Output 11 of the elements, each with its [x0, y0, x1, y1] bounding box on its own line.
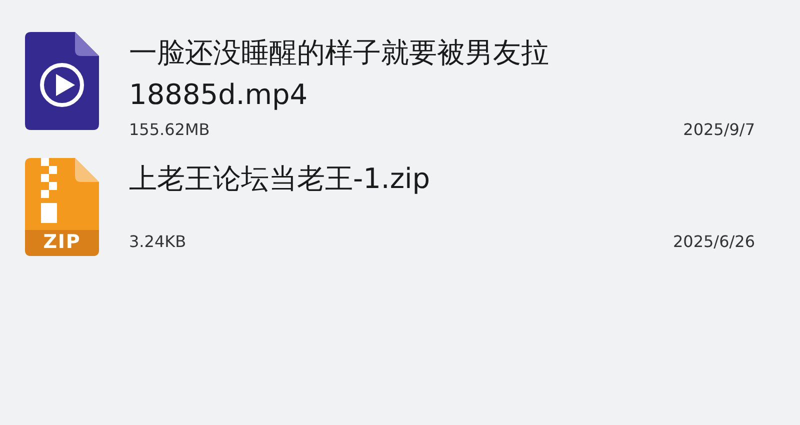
file-date: 2025/6/26: [672, 232, 755, 252]
file-name: 一脸还没睡醒的样子就要被男友拉: [129, 35, 550, 71]
file-row[interactable]: 一脸还没睡醒的样子就要被男友拉 18885d.mp4 155.62MB 2025/9/7: [0, 32, 800, 140]
file-size: 155.62MB: [129, 120, 210, 140]
zip-file-icon: ZIP: [25, 158, 99, 256]
file-name: 上老王论坛当老王-1.zip: [129, 161, 432, 197]
file-name: 18885d.mp4: [129, 77, 309, 113]
file-row[interactable]: ZIP 上老王论坛当老王-1.zip 3.24KB 2025/6/26: [0, 158, 800, 256]
file-size: 3.24KB: [129, 232, 186, 252]
video-file-icon: [25, 32, 99, 130]
file-date: 2025/9/7: [683, 120, 755, 140]
